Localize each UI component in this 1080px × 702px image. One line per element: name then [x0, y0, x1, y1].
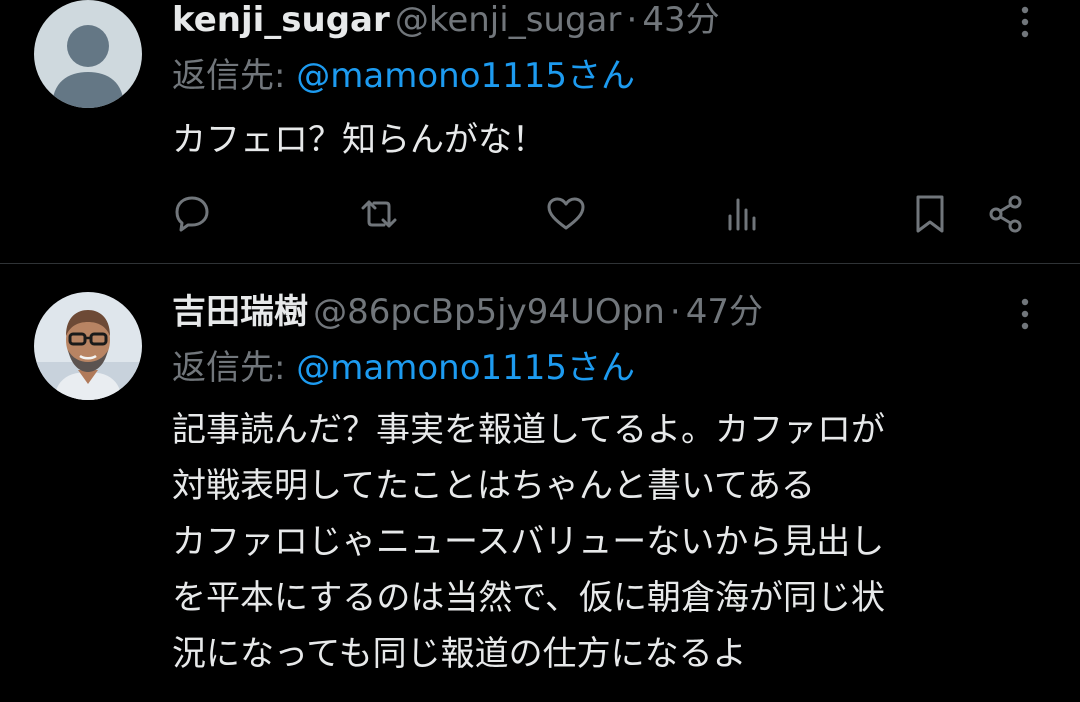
reply-mention-link[interactable]: @mamono1115さん — [296, 348, 635, 388]
tweet-yoshida[interactable]: 吉田瑞樹 @86pcBp5jy94UOpn · 47分 返信先: @mamono… — [0, 0, 1080, 674]
tweet-text: 記事読んだ？事実を報道してるよ。カファロが 対戦表明してたことはちゃんと書いてあ… — [172, 410, 885, 674]
display-name[interactable]: 吉田瑞樹 — [172, 292, 308, 332]
replying-to: 返信先: @mamono1115さん — [172, 346, 635, 390]
timestamp[interactable]: 47分 — [686, 292, 763, 332]
separator-dot: · — [669, 292, 681, 332]
reply-prefix: 返信先: — [172, 348, 297, 388]
more-options-icon[interactable] — [1010, 294, 1040, 334]
tweet-header: 吉田瑞樹 @86pcBp5jy94UOpn · 47分 — [172, 290, 763, 334]
user-handle[interactable]: @86pcBp5jy94UOpn — [313, 292, 665, 332]
profile-photo-avatar[interactable] — [34, 292, 142, 400]
